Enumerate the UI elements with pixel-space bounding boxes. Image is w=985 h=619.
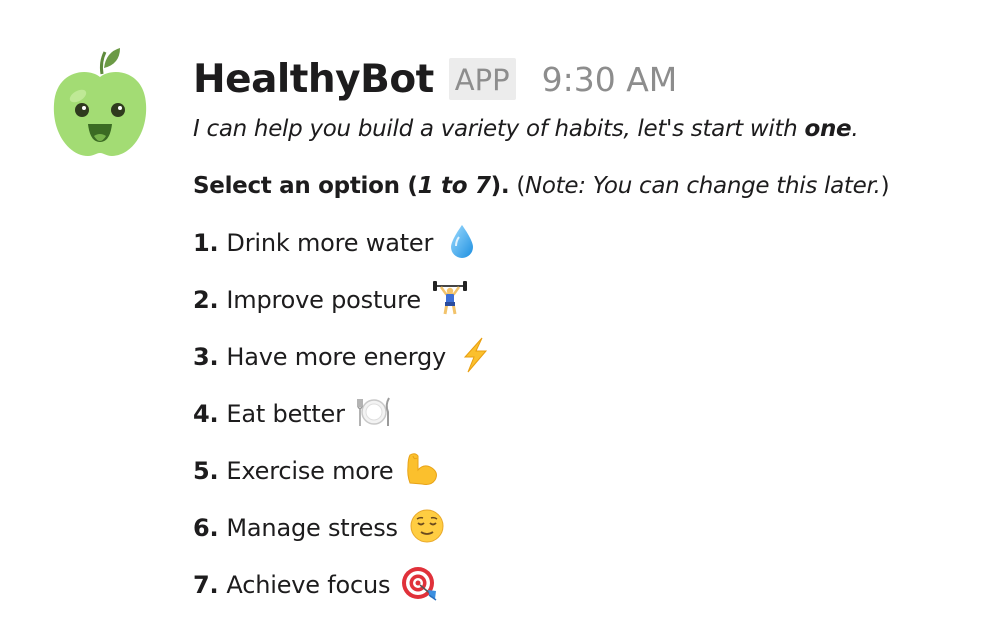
intro-text-before: I can help you build a variety of habits… (193, 116, 805, 142)
select-prompt-bold-b: ). (490, 173, 510, 199)
intro-text: I can help you build a variety of habits… (193, 114, 985, 144)
option-item-2: 2. Improve posture (193, 281, 985, 342)
option-label: Improve posture (226, 286, 421, 314)
option-item-4: 4. Eat better (193, 397, 985, 456)
select-prompt-note-close: ) (880, 173, 890, 199)
lightning-icon (456, 336, 494, 374)
option-item-7: 7. Achieve focus (193, 567, 985, 619)
target-dart-icon (400, 564, 438, 602)
intro-text-after: . (851, 116, 859, 142)
relieved-face-icon (408, 507, 446, 545)
app-badge: APP (448, 58, 516, 100)
message-header: HealthyBot APP 9:30 AM (193, 48, 985, 110)
droplet-icon (443, 222, 481, 260)
option-label: Achieve focus (226, 571, 391, 599)
select-prompt: Select an option (1 to 7). (Note: You ca… (193, 171, 985, 201)
option-item-1: 1. Drink more water (193, 225, 985, 285)
message-content: HealthyBot APP 9:30 AM I can help you bu… (193, 48, 985, 619)
select-prompt-range: 1 to 7 (417, 173, 491, 199)
sender-name[interactable]: HealthyBot (193, 57, 434, 102)
option-label: Eat better (226, 400, 345, 428)
option-number: 3. (193, 343, 219, 371)
plate-cutlery-icon (355, 393, 393, 431)
weightlifter-icon (431, 279, 469, 317)
select-prompt-bold-a: Select an option ( (193, 173, 418, 199)
option-label: Have more energy (226, 343, 446, 371)
chat-message: HealthyBot APP 9:30 AM I can help you bu… (0, 0, 985, 619)
option-number: 4. (193, 400, 219, 428)
bot-avatar[interactable] (50, 44, 150, 162)
option-item-6: 6. Manage stress (193, 509, 985, 570)
option-number: 2. (193, 286, 219, 314)
option-number: 6. (193, 514, 219, 542)
option-label: Drink more water (226, 229, 434, 257)
message-timestamp[interactable]: 9:30 AM (542, 60, 678, 99)
select-prompt-note-open: ( (509, 173, 525, 199)
flexed-bicep-icon (404, 450, 442, 488)
option-number: 5. (193, 457, 219, 485)
option-item-5: 5. Exercise more (193, 453, 985, 513)
options-list: 1. Drink more water 2. Improve posture 3… (193, 225, 985, 619)
option-number: 7. (193, 571, 219, 599)
apple-avatar-icon (53, 48, 147, 156)
option-number: 1. (193, 229, 219, 257)
select-prompt-note: Note: You can change this later. (525, 173, 881, 199)
option-label: Manage stress (226, 514, 398, 542)
option-label: Exercise more (226, 457, 394, 485)
intro-text-bold: one (804, 116, 852, 142)
option-item-3: 3. Have more energy (193, 337, 985, 399)
